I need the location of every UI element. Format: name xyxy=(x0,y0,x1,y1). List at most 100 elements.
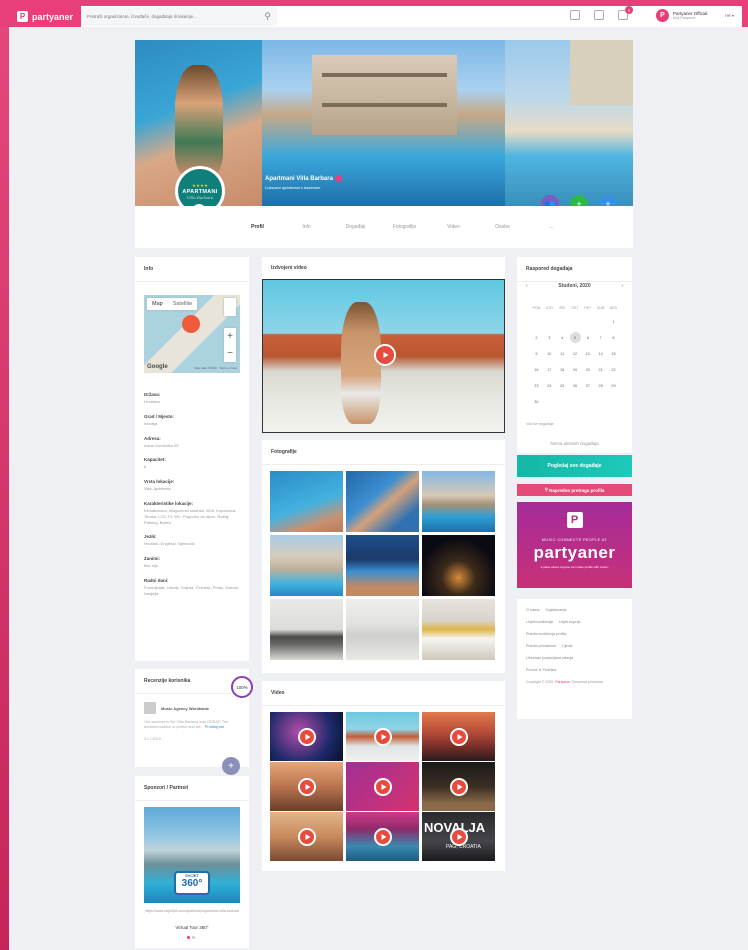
calendar-day[interactable]: 13 xyxy=(581,350,594,358)
map-tab[interactable]: Map xyxy=(147,298,168,310)
video-thumbnail[interactable] xyxy=(346,712,419,761)
play-icon[interactable] xyxy=(449,727,468,746)
calendar-day[interactable]: 26 xyxy=(569,382,582,390)
calendar-day[interactable]: 8 xyxy=(607,334,620,342)
video-thumbnail[interactable] xyxy=(270,812,343,861)
footer-link[interactable]: Uvjeti korištenja xyxy=(526,620,553,624)
calendar-day[interactable]: 30 xyxy=(530,398,543,406)
footer-link[interactable]: O nama xyxy=(526,608,540,612)
footer-link[interactable]: Cjenik xyxy=(562,644,573,648)
footer-link[interactable]: Pravila korištenja profila xyxy=(526,632,566,636)
all-events-link[interactable]: Vidi sve događaje xyxy=(526,422,554,426)
play-icon[interactable] xyxy=(297,777,316,796)
calendar-day[interactable]: 27 xyxy=(581,382,594,390)
photo-thumbnail[interactable] xyxy=(346,535,419,596)
featured-video-player[interactable] xyxy=(262,279,505,433)
calendar-day[interactable]: 2 xyxy=(530,334,543,342)
tab-fotografije[interactable]: Fotografije xyxy=(380,224,429,230)
photo-thumbnail[interactable] xyxy=(270,599,343,660)
footer-link[interactable]: Oglašavanje xyxy=(546,608,567,612)
video-thumbnail[interactable] xyxy=(270,712,343,761)
prev-month-icon[interactable]: ‹ xyxy=(526,283,528,289)
calendar-day[interactable]: 9 xyxy=(530,350,543,358)
video-thumbnail[interactable] xyxy=(422,762,495,811)
site-logo[interactable]: P partyaner xyxy=(9,6,81,27)
video-thumbnail[interactable] xyxy=(422,712,495,761)
calendar-day[interactable]: 3 xyxy=(543,334,556,342)
footer-link[interactable]: Pravila privatnosti xyxy=(526,644,556,648)
tab-dogadaji[interactable]: Događaji xyxy=(331,224,380,230)
video-thumbnail[interactable]: NOVALJA PAG, CROATIA xyxy=(422,812,495,861)
calendar-day[interactable]: 19 xyxy=(569,366,582,374)
tab-video[interactable]: Video xyxy=(429,224,478,230)
calendar-day[interactable]: 6 xyxy=(581,334,594,342)
notifications-icon[interactable]: 0 xyxy=(618,6,633,20)
calendar-day[interactable]: 11 xyxy=(556,350,569,358)
carousel-dot[interactable] xyxy=(187,936,190,939)
reviewer-name[interactable]: Music Agency Worldwide xyxy=(161,706,209,711)
sponsor-image[interactable]: SVIJET 360° xyxy=(144,807,240,903)
sponsor-name[interactable]: Virtual Tour 360° xyxy=(144,925,240,930)
read-more-link[interactable]: Pročitaj sve xyxy=(205,725,225,729)
photo-thumbnail[interactable] xyxy=(270,535,343,596)
tab-more[interactable]: ... xyxy=(527,224,576,230)
play-icon[interactable] xyxy=(297,827,316,846)
calendar-day[interactable]: 12 xyxy=(569,350,582,358)
photo-thumbnail[interactable] xyxy=(346,471,419,532)
location-map[interactable]: Map Satellite + − Google Map data ©2020 ·… xyxy=(144,295,240,373)
footer-link[interactable]: Učestalo postavljana pitanja xyxy=(526,656,573,660)
messages-icon[interactable] xyxy=(594,10,604,20)
play-icon[interactable] xyxy=(373,727,392,746)
map-pin-icon[interactable] xyxy=(182,315,200,333)
footer-link[interactable]: Uvjeti kupnje xyxy=(559,620,581,624)
map-zoom-controls[interactable]: + − xyxy=(224,328,236,362)
calendar-day[interactable]: 17 xyxy=(543,366,556,374)
tab-profil[interactable]: Profil xyxy=(233,224,282,230)
calendar-day[interactable]: 15 xyxy=(607,350,620,358)
play-icon[interactable] xyxy=(449,827,468,846)
tab-info[interactable]: Info xyxy=(282,224,331,230)
calendar-day[interactable]: 18 xyxy=(556,366,569,374)
photo-thumbnail[interactable] xyxy=(422,471,495,532)
footer-link[interactable]: Pomoć & Podrška xyxy=(526,668,556,672)
calendar-day[interactable]: 4 xyxy=(556,334,569,342)
street-view-icon[interactable] xyxy=(224,298,236,316)
add-review-button[interactable]: + xyxy=(222,757,240,775)
photo-thumbnail[interactable] xyxy=(270,471,343,532)
calendar-day[interactable]: 14 xyxy=(594,350,607,358)
photo-thumbnail[interactable] xyxy=(346,599,419,660)
calendar-day[interactable]: 24 xyxy=(543,382,556,390)
video-thumbnail[interactable] xyxy=(346,812,419,861)
promo-banner[interactable]: P MUSIC CONNECTS PEOPLE AT partyaner a p… xyxy=(517,502,632,588)
sponsor-url[interactable]: https://www.svijet360.com/apartmani/apar… xyxy=(144,909,240,914)
all-events-button[interactable]: Pogledaj sve događaje xyxy=(517,455,632,477)
calendar-day[interactable]: 20 xyxy=(581,366,594,374)
photo-thumbnail[interactable] xyxy=(422,599,495,660)
calendar-day[interactable]: 10 xyxy=(543,350,556,358)
calendar-day[interactable]: 22 xyxy=(607,366,620,374)
search-input[interactable] xyxy=(87,14,257,19)
calendar-day[interactable]: 25 xyxy=(556,382,569,390)
play-icon[interactable] xyxy=(449,777,468,796)
video-thumbnail[interactable] xyxy=(346,762,419,811)
calendar-day[interactable]: 28 xyxy=(594,382,607,390)
calendar-day[interactable]: 5 xyxy=(569,332,582,343)
calendar-day[interactable]: 1 xyxy=(607,318,620,326)
play-icon[interactable] xyxy=(373,777,392,796)
calendar-day[interactable]: 7 xyxy=(594,334,607,342)
carousel-dot[interactable] xyxy=(192,936,195,939)
calendar-icon[interactable] xyxy=(570,10,580,20)
next-month-icon[interactable]: › xyxy=(621,283,623,289)
play-icon[interactable] xyxy=(374,344,396,366)
video-thumbnail[interactable] xyxy=(270,762,343,811)
calendar-day[interactable]: 23 xyxy=(530,382,543,390)
satellite-tab[interactable]: Satellite xyxy=(168,298,198,310)
map-legal[interactable]: Map data ©2020 · Terms of Use xyxy=(194,366,237,370)
play-icon[interactable] xyxy=(373,827,392,846)
search-icon[interactable]: ⚲ xyxy=(264,11,271,22)
tab-osobe[interactable]: Osobe xyxy=(478,224,527,230)
calendar-day[interactable]: 16 xyxy=(530,366,543,374)
user-menu[interactable]: P Partyaner Official Moji Partyaner xyxy=(656,9,707,22)
photo-thumbnail[interactable] xyxy=(422,535,495,596)
language-select[interactable]: HR ▾ xyxy=(725,13,734,18)
